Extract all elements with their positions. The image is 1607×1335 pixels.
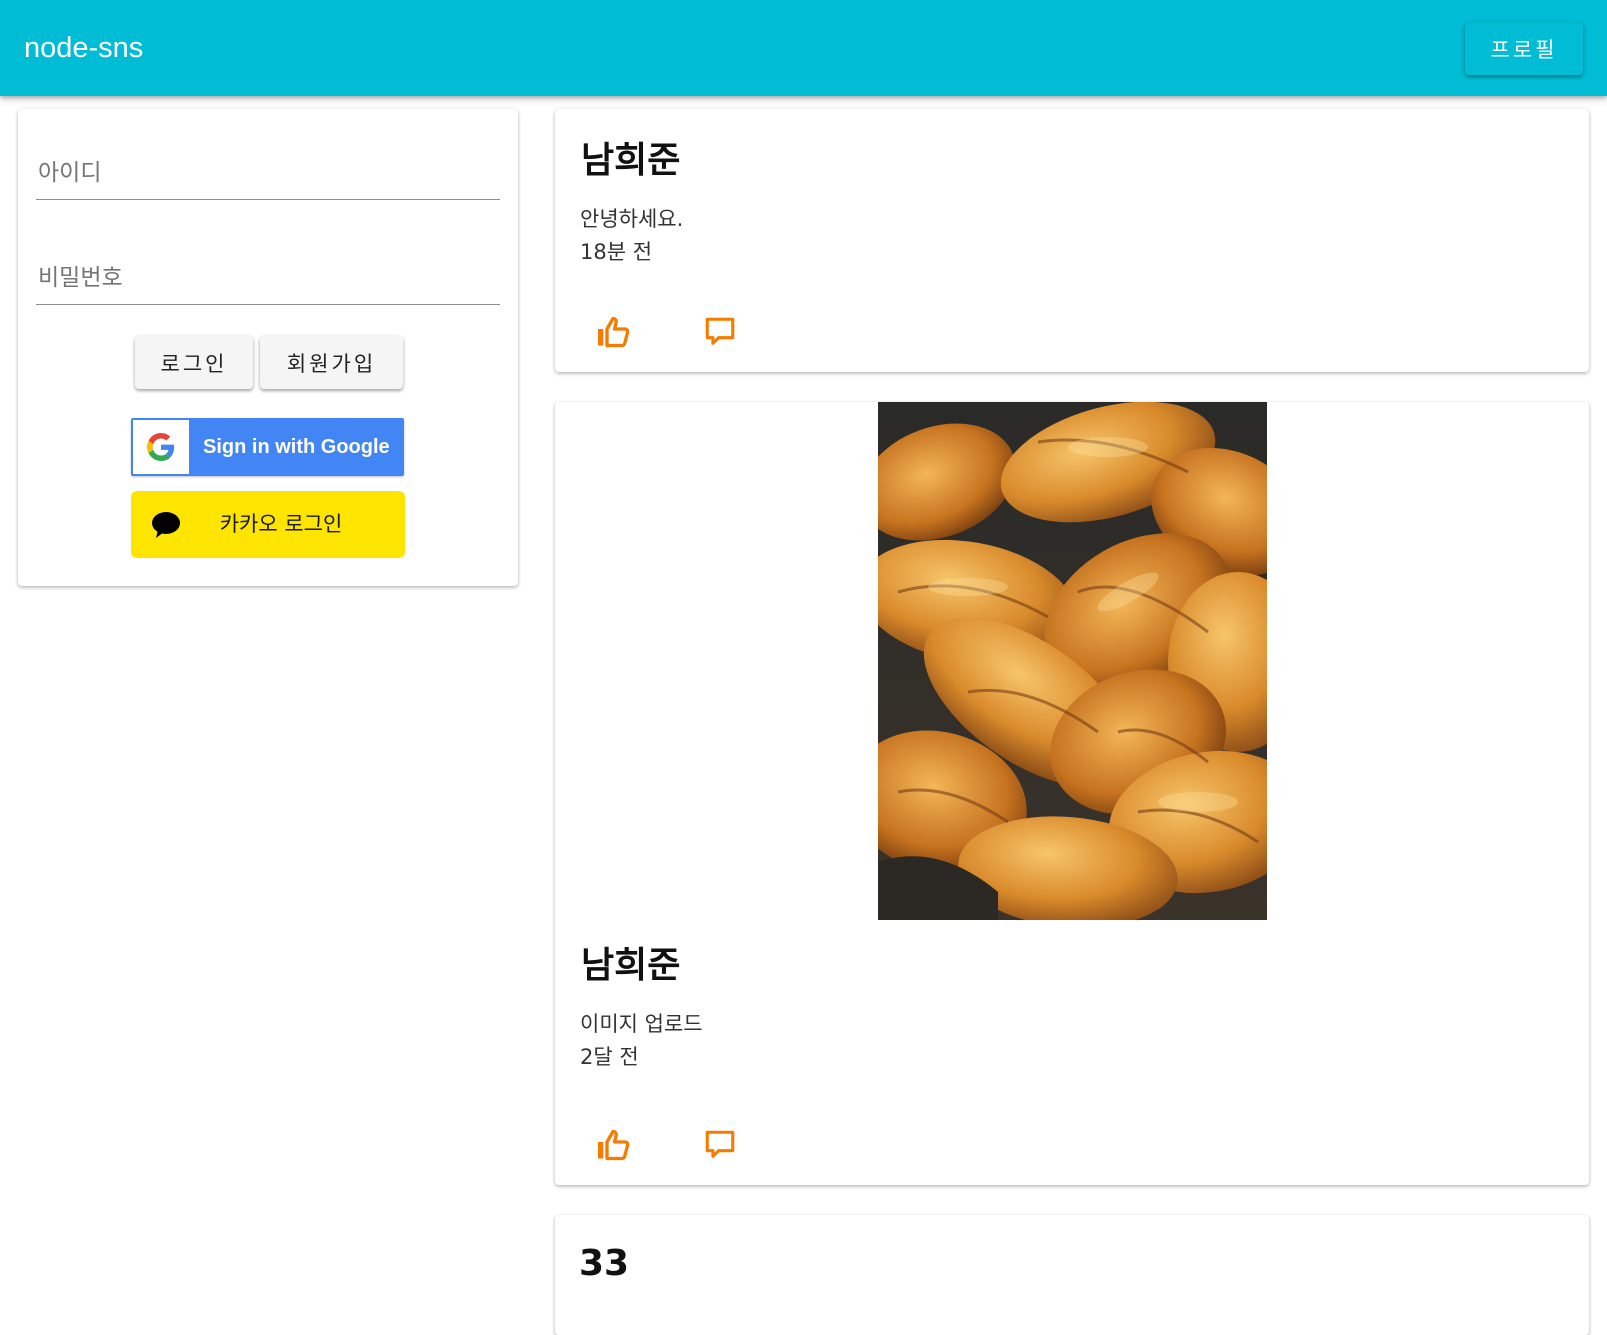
app-title[interactable]: node-sns bbox=[24, 0, 143, 96]
thumb-up-icon bbox=[598, 316, 630, 348]
post-content: 이미지 업로드 bbox=[580, 1012, 703, 1036]
like-button[interactable] bbox=[589, 308, 637, 356]
id-input[interactable] bbox=[36, 149, 504, 197]
post-author[interactable]: 남희준 bbox=[581, 131, 680, 183]
google-logo-box bbox=[133, 420, 189, 474]
comment-button[interactable] bbox=[696, 308, 744, 356]
post-card: 33 bbox=[555, 1215, 1589, 1335]
comment-button[interactable] bbox=[696, 1121, 744, 1169]
password-input[interactable] bbox=[36, 254, 504, 302]
croissants-photo bbox=[878, 402, 1267, 920]
signup-button[interactable]: 회원가입 bbox=[260, 336, 403, 389]
post-author[interactable]: 33 bbox=[579, 1243, 629, 1284]
post-card: 남희준 안녕하세요. 18분 전 bbox=[555, 109, 1589, 372]
login-button[interactable]: 로그인 bbox=[135, 336, 253, 389]
post-card: 남희준 이미지 업로드 2달 전 bbox=[555, 402, 1589, 1185]
app-bar: node-sns 프로필 bbox=[0, 0, 1607, 96]
comment-icon bbox=[705, 317, 735, 345]
google-signin-label: Sign in with Google bbox=[203, 436, 390, 458]
login-card: 로그인 회원가입 Sign in with Google 카카오 로그인 bbox=[18, 109, 518, 586]
kakao-login-label: 카카오 로그인 bbox=[219, 512, 343, 536]
google-g-icon bbox=[147, 433, 175, 461]
post-time: 18분 전 bbox=[580, 240, 653, 264]
post-time: 2달 전 bbox=[580, 1045, 639, 1069]
like-button[interactable] bbox=[589, 1121, 637, 1169]
kakao-login-button[interactable]: 카카오 로그인 bbox=[131, 491, 405, 558]
comment-icon bbox=[705, 1130, 735, 1158]
google-signin-button[interactable]: Sign in with Google bbox=[131, 418, 404, 476]
thumb-up-icon bbox=[598, 1129, 630, 1161]
id-field bbox=[36, 149, 504, 200]
post-author[interactable]: 남희준 bbox=[581, 936, 680, 988]
password-field bbox=[36, 254, 504, 305]
post-image[interactable] bbox=[878, 402, 1267, 920]
post-content: 안녕하세요. bbox=[580, 207, 684, 231]
profile-button[interactable]: 프로필 bbox=[1465, 23, 1583, 75]
